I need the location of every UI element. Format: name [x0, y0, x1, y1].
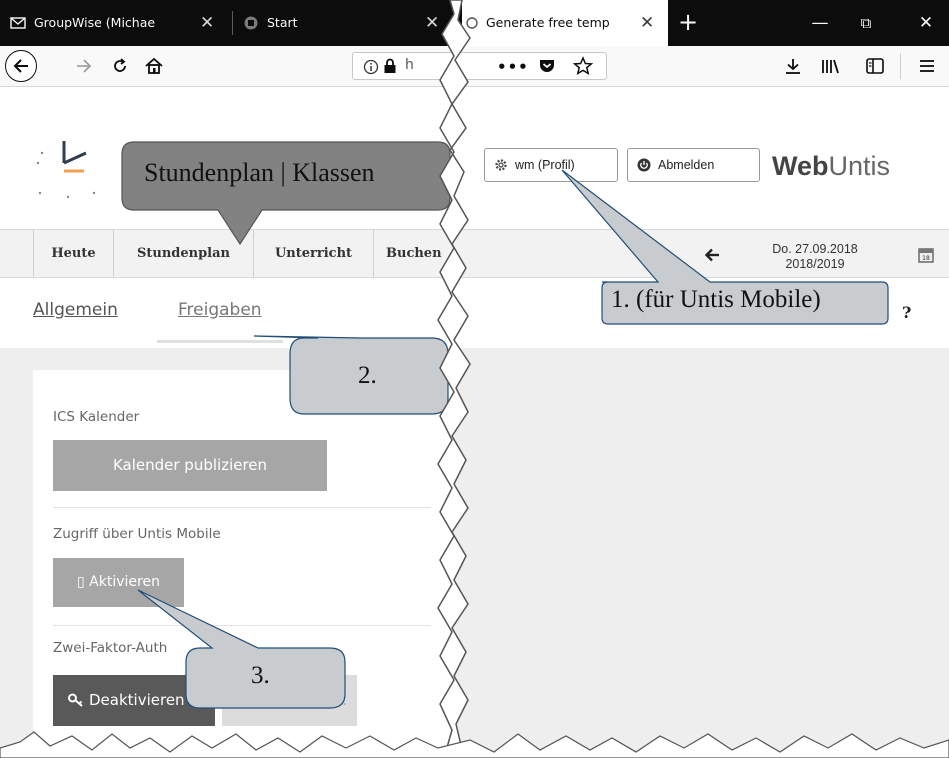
- torn-edge-overlay: [0, 0, 949, 758]
- vertical-tear: [437, 0, 471, 758]
- bottom-tear: [0, 731, 949, 758]
